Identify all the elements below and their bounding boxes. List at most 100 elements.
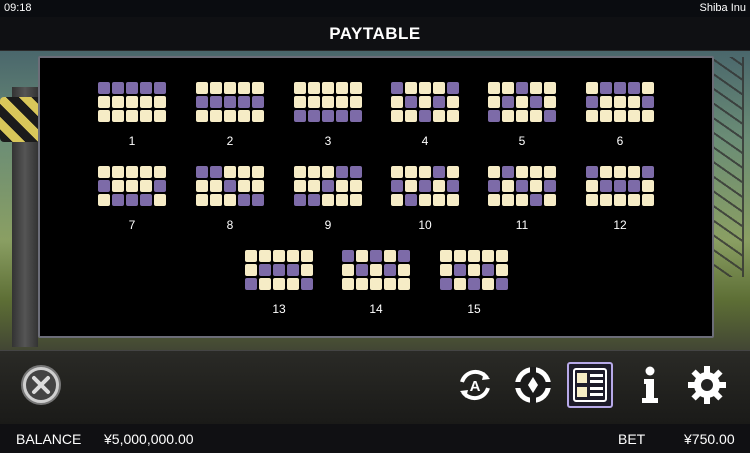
- payline-cell: [614, 96, 626, 108]
- payline-cell: [370, 264, 382, 276]
- payline-14: 14: [336, 250, 416, 316]
- payline-cell: [391, 166, 403, 178]
- payline-cell: [447, 110, 459, 122]
- payline-cell: [586, 82, 598, 94]
- payline-cell-active: [252, 194, 264, 206]
- payline-cell: [642, 110, 654, 122]
- payline-cell-active: [488, 110, 500, 122]
- payline-cell: [433, 110, 445, 122]
- autoplay-button[interactable]: A: [452, 362, 498, 408]
- payline-grid: [98, 82, 166, 122]
- payline-cell: [140, 110, 152, 122]
- payline-11: 11: [482, 166, 562, 232]
- payline-cell-active: [433, 96, 445, 108]
- payline-4: 4: [385, 82, 465, 148]
- payline-cell-active: [336, 110, 348, 122]
- title-bar: PAYTABLE: [0, 17, 750, 51]
- payline-cell: [447, 96, 459, 108]
- payline-number: 1: [128, 134, 136, 148]
- payline-grid: [586, 166, 654, 206]
- payline-cell: [126, 180, 138, 192]
- payline-cell-active: [245, 278, 257, 290]
- payline-grid: [488, 166, 556, 206]
- payline-grid: [294, 82, 362, 122]
- payline-cell: [112, 96, 124, 108]
- paytable-button[interactable]: [567, 362, 613, 408]
- payline-cell: [322, 166, 334, 178]
- payline-cell-active: [112, 194, 124, 206]
- payline-cell: [294, 166, 306, 178]
- payline-cell: [642, 194, 654, 206]
- payline-number: 9: [324, 218, 332, 232]
- payline-cell: [488, 96, 500, 108]
- info-button[interactable]: [627, 362, 673, 408]
- payline-cell: [252, 82, 264, 94]
- paylines-panel: 1 2 3 4 5 6 7 8 9 10 11 12 13 14 15: [38, 56, 714, 338]
- payline-cell-active: [294, 110, 306, 122]
- payline-cell-active: [126, 194, 138, 206]
- payline-cell-active: [238, 194, 250, 206]
- payline-5: 5: [482, 82, 562, 148]
- payline-cell-active: [259, 264, 271, 276]
- payline-grid: [440, 250, 508, 290]
- payline-cell: [544, 166, 556, 178]
- payline-cell: [628, 96, 640, 108]
- payline-cell: [224, 166, 236, 178]
- payline-cell: [196, 180, 208, 192]
- payline-cell: [468, 264, 480, 276]
- payline-cell-active: [544, 180, 556, 192]
- payline-grid: [196, 166, 264, 206]
- payline-cell: [405, 82, 417, 94]
- payline-cell: [391, 96, 403, 108]
- payline-cell: [502, 110, 514, 122]
- payline-cell: [245, 250, 257, 262]
- payline-cell: [516, 96, 528, 108]
- payline-cell: [496, 264, 508, 276]
- payline-cell: [112, 180, 124, 192]
- chip-icon: [515, 367, 551, 403]
- payline-cell: [238, 110, 250, 122]
- payline-cell: [614, 166, 626, 178]
- payline-cell: [154, 96, 166, 108]
- payline-number: 8: [226, 218, 234, 232]
- payline-3: 3: [288, 82, 368, 148]
- payline-number: 7: [128, 218, 136, 232]
- payline-cell-active: [336, 166, 348, 178]
- payline-cell: [342, 278, 354, 290]
- payline-cell: [322, 96, 334, 108]
- paytable-icon: [573, 368, 607, 402]
- payline-cell: [433, 180, 445, 192]
- payline-cell: [140, 96, 152, 108]
- payline-cell: [642, 180, 654, 192]
- payline-cell: [530, 110, 542, 122]
- settings-button[interactable]: [684, 362, 730, 408]
- payline-cell: [488, 194, 500, 206]
- payline-number: 10: [418, 218, 432, 232]
- payline-cell: [516, 110, 528, 122]
- payline-cell: [544, 96, 556, 108]
- payline-cell-active: [238, 96, 250, 108]
- status-bar: 09:18 Shiba Inu: [0, 0, 750, 17]
- payline-cell: [140, 180, 152, 192]
- payline-cell-active: [447, 180, 459, 192]
- payline-cell: [287, 250, 299, 262]
- payline-6: 6: [580, 82, 660, 148]
- payline-7: 7: [92, 166, 172, 232]
- payline-cell-active: [391, 180, 403, 192]
- payline-cell: [419, 96, 431, 108]
- payline-number: 13: [272, 302, 286, 316]
- payline-cell: [287, 278, 299, 290]
- payline-cell: [322, 82, 334, 94]
- payline-cell: [502, 82, 514, 94]
- payline-cell: [273, 278, 285, 290]
- payline-grid: [245, 250, 313, 290]
- close-button[interactable]: [18, 362, 64, 408]
- payline-cell: [210, 194, 222, 206]
- bet-chip-button[interactable]: [510, 362, 556, 408]
- payline-cell: [308, 180, 320, 192]
- payline-cell: [454, 278, 466, 290]
- payline-cell-active: [628, 180, 640, 192]
- payline-8: 8: [190, 166, 270, 232]
- payline-cell-active: [98, 82, 110, 94]
- payline-cell-active: [642, 166, 654, 178]
